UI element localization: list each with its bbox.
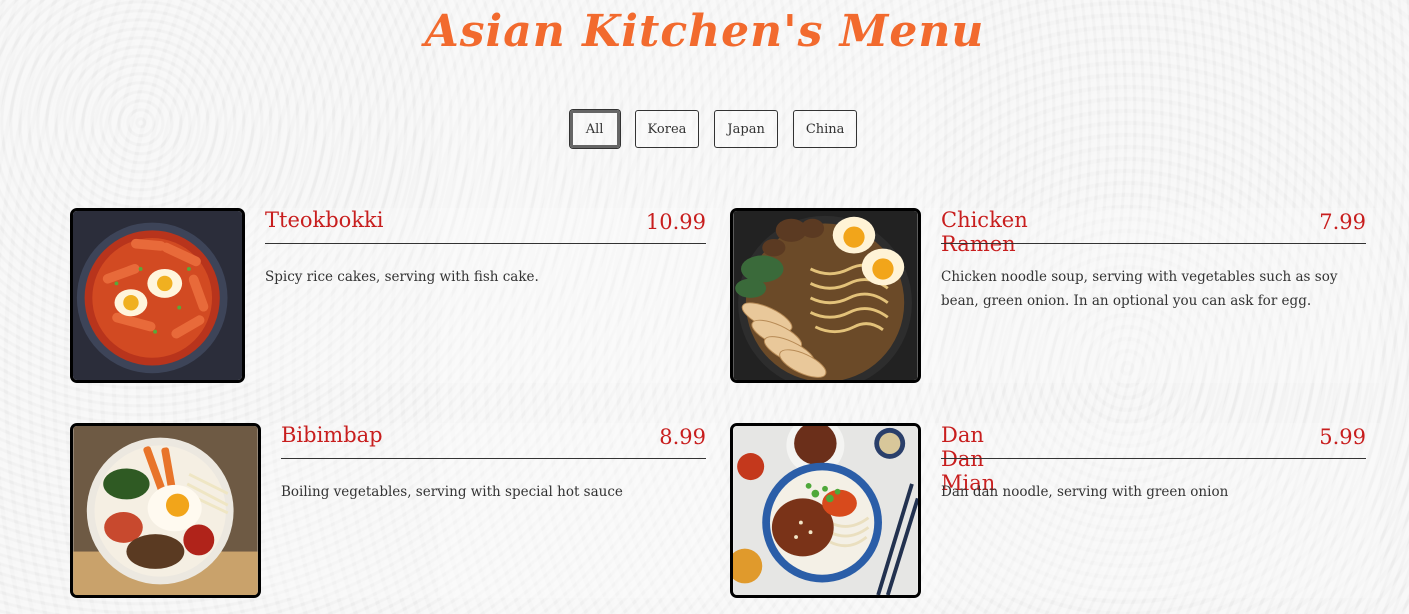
- menu-item-image: [70, 208, 245, 383]
- filter-korea-button[interactable]: Korea: [634, 110, 700, 148]
- divider: [941, 243, 1366, 244]
- menu-item-price: 8.99: [659, 425, 706, 449]
- divider: [265, 243, 706, 244]
- divider: [941, 458, 1366, 459]
- page-title: Asian Kitchen's Menu: [424, 6, 985, 57]
- menu-item-image: [730, 423, 921, 598]
- menu-item-description: Chicken noodle soup, serving with vegeta…: [941, 269, 1338, 309]
- divider: [281, 458, 706, 459]
- menu-item-description: Dan dan noodle, serving with green onion: [941, 484, 1229, 500]
- menu-item-name: Chicken Ramen: [941, 208, 1028, 256]
- menu-item-description: Boiling vegetables, serving with special…: [281, 484, 623, 500]
- menu-item-description: Spicy rice cakes, serving with fish cake…: [265, 269, 539, 285]
- menu-item-image: [730, 208, 921, 383]
- menu-item-price: 7.99: [1319, 210, 1366, 234]
- menu-item-price: 10.99: [645, 210, 706, 234]
- dan-dan-mian-image: [733, 426, 918, 595]
- menu-item-name: Bibimbap: [281, 423, 383, 447]
- tteokbokki-image: [73, 211, 242, 380]
- bibimbap-image: [73, 426, 258, 595]
- filter-japan-button[interactable]: Japan: [714, 110, 778, 148]
- chicken-ramen-image: [733, 211, 918, 380]
- menu-item-price: 5.99: [1319, 425, 1366, 449]
- filter-china-button[interactable]: China: [792, 110, 858, 148]
- category-filters: All Korea Japan China: [0, 110, 1409, 148]
- menu-item-name: Tteokbokki: [265, 208, 384, 232]
- filter-all-button[interactable]: All: [569, 110, 620, 148]
- menu-item-image: [70, 423, 261, 598]
